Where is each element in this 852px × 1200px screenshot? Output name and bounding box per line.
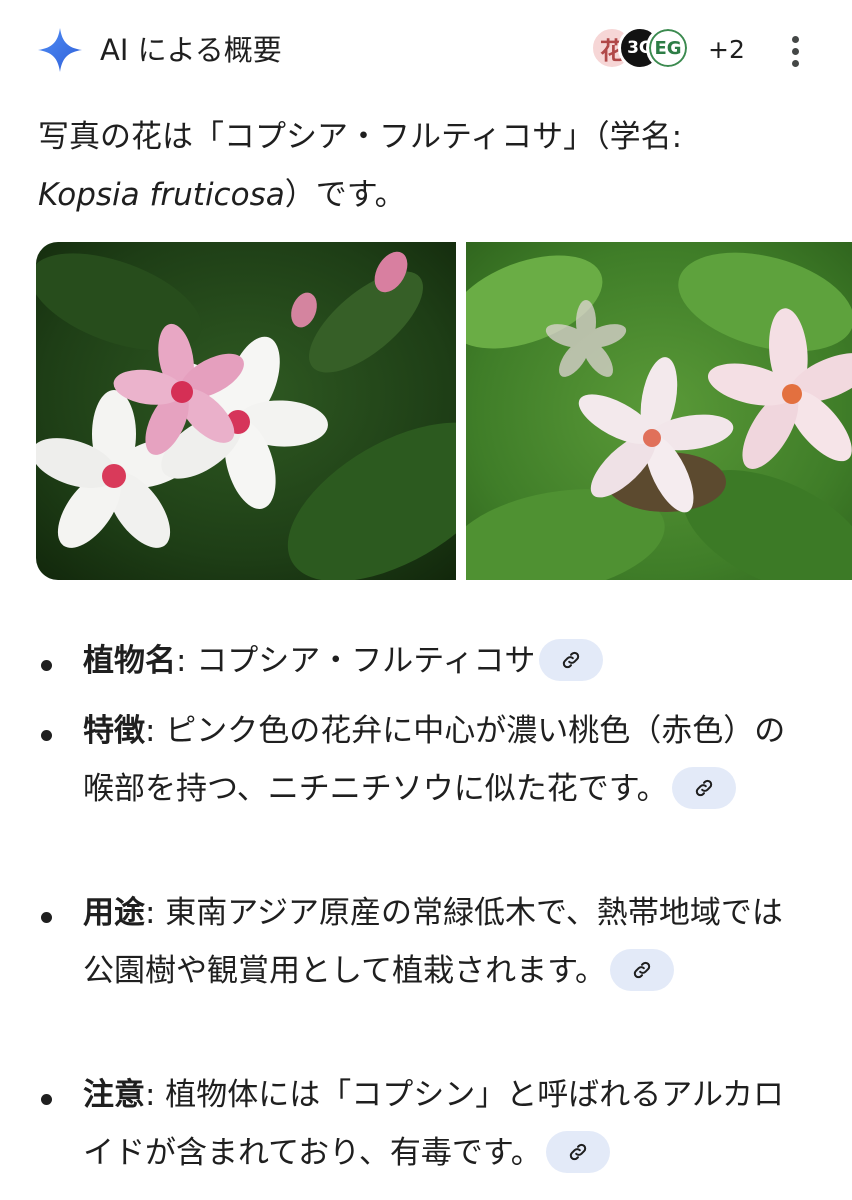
fact-label: 注意	[83, 1077, 145, 1113]
link-icon	[569, 1143, 586, 1160]
fact-text: : 東南アジア原産の常緑低木で、熱帯地域では公園樹や観賞用として植栽されます。	[83, 895, 783, 989]
source-link-button[interactable]	[545, 1130, 610, 1173]
list-item-text: 用途: 東南アジア原産の常緑低木で、熱帯地域では公園樹や観賞用として植栽されます…	[83, 884, 803, 1000]
link-icon	[563, 651, 580, 668]
source-link-button[interactable]	[671, 766, 736, 809]
source-avatar[interactable]: EG	[646, 26, 690, 70]
link-icon	[633, 961, 651, 978]
intro-suffix: ）です。	[284, 177, 406, 213]
intro-line: 写真の花は「コプシア・フルティコサ」（学名:	[38, 119, 683, 155]
flower-photo-1[interactable]	[36, 242, 456, 580]
sources-more-count[interactable]: +2	[708, 34, 745, 66]
list-item-text: 植物名: コプシア・フルティコサ	[83, 632, 803, 690]
image-carousel	[36, 242, 852, 580]
flower-photo-icon	[466, 242, 852, 580]
more-options-icon[interactable]	[782, 34, 810, 70]
gemini-sparkle-icon	[38, 28, 82, 72]
fact-text: : 植物体には「コプシン」と呼ばれるアルカロイドが含まれており、有毒です。	[83, 1077, 785, 1171]
fact-label: 特徴	[83, 713, 145, 749]
link-icon	[695, 779, 712, 796]
fact-text: : コプシア・フルティコサ	[176, 643, 536, 679]
scientific-name: Kopsia fruticosa	[38, 177, 285, 213]
source-link-button[interactable]	[539, 638, 604, 681]
bullet-icon	[41, 730, 52, 741]
source-link-button[interactable]	[609, 948, 674, 991]
bullet-icon	[41, 1094, 52, 1105]
flower-photo-icon	[36, 242, 456, 580]
ai-overview-header: AI による概要 花 3G EG +2	[0, 0, 852, 100]
flower-photo-2[interactable]	[466, 242, 852, 580]
bullet-icon	[41, 660, 52, 671]
list-item-text: 特徴: ピンク色の花弁に中心が濃い桃色（赤色）の喉部を持つ、ニチニチソウに似た花…	[83, 702, 803, 818]
bullet-icon	[41, 912, 52, 923]
intro-paragraph: 写真の花は「コプシア・フルティコサ」（学名: Kopsia fruticosa）…	[38, 108, 818, 224]
ai-overview-panel: AI による概要 花 3G EG +2 写真の花は「コプシア・フルティコサ」（学…	[0, 0, 852, 1200]
fact-label: 用途	[83, 895, 145, 931]
list-item-text: 注意: 植物体には「コプシン」と呼ばれるアルカロイドが含まれており、有毒です。	[83, 1066, 803, 1182]
ai-overview-title: AI による概要	[100, 33, 282, 67]
fact-label: 植物名	[83, 643, 176, 679]
